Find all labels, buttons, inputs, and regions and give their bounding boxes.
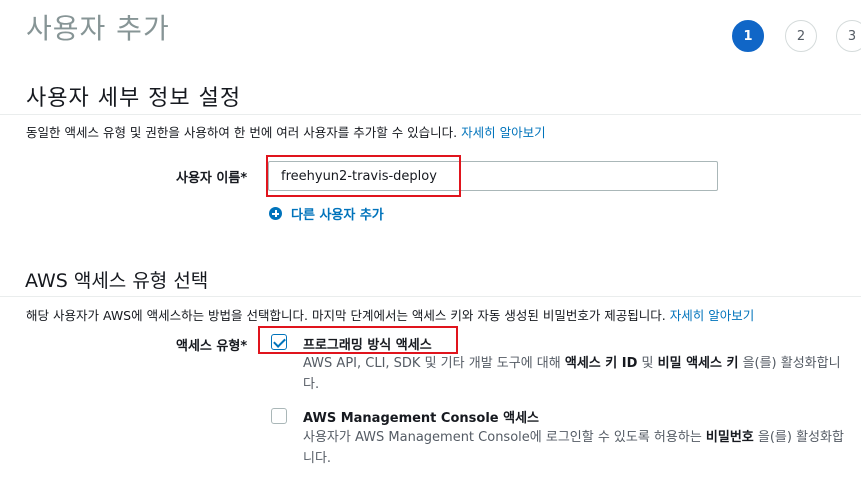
access-type-description: 해당 사용자가 AWS에 액세스하는 방법을 선택합니다. 마지막 단계에서는 … — [26, 305, 754, 324]
section-divider — [0, 114, 861, 115]
console-access-description: 사용자가 AWS Management Console에 로그인할 수 있도록 … — [303, 427, 851, 469]
desc-text: AWS API, CLI, SDK 및 기타 개발 도구에 대해 — [303, 356, 565, 371]
desc-text: 사용자가 AWS Management Console에 로그인할 수 있도록 … — [303, 430, 706, 445]
add-another-user-label: 다른 사용자 추가 — [291, 208, 384, 223]
secret-access-key-text: 비밀 액세스 키 — [657, 356, 739, 371]
programmatic-access-title[interactable]: 프로그래밍 방식 액세스 — [303, 334, 432, 353]
access-type-label: 액세스 유형* — [176, 339, 248, 354]
programmatic-access-description: AWS API, CLI, SDK 및 기타 개발 도구에 대해 액세스 키 I… — [303, 353, 851, 395]
desc-text: 및 — [637, 356, 658, 371]
access-type-title: AWS 액세스 유형 선택 — [25, 270, 209, 292]
learn-more-link[interactable]: 자세히 알아보기 — [461, 125, 545, 140]
console-access-checkbox[interactable] — [271, 408, 287, 424]
step-1-indicator[interactable]: 1 — [732, 20, 764, 52]
username-input[interactable] — [268, 161, 718, 191]
console-access-title[interactable]: AWS Management Console 액세스 — [303, 407, 539, 426]
section-divider — [0, 296, 861, 297]
plus-circle-icon — [269, 207, 282, 220]
user-details-description-text: 동일한 액세스 유형 및 권한을 사용하여 한 번에 여러 사용자를 추가할 수… — [26, 125, 462, 140]
learn-more-link[interactable]: 자세히 알아보기 — [670, 308, 754, 323]
access-key-id-text: 액세스 키 ID — [564, 356, 638, 371]
add-another-user-link[interactable]: 다른 사용자 추가 — [269, 204, 384, 223]
user-details-description: 동일한 액세스 유형 및 권한을 사용하여 한 번에 여러 사용자를 추가할 수… — [26, 122, 546, 141]
check-icon — [273, 335, 286, 348]
step-2-indicator[interactable]: 2 — [785, 20, 817, 52]
page-title: 사용자 추가 — [26, 12, 170, 45]
step-3-indicator[interactable]: 3 — [836, 20, 861, 52]
access-type-description-text: 해당 사용자가 AWS에 액세스하는 방법을 선택합니다. 마지막 단계에서는 … — [26, 308, 670, 323]
user-details-title: 사용자 세부 정보 설정 — [26, 86, 242, 111]
password-text: 비밀번호 — [705, 430, 754, 445]
programmatic-access-checkbox[interactable] — [271, 334, 287, 350]
username-label: 사용자 이름* — [176, 171, 248, 186]
